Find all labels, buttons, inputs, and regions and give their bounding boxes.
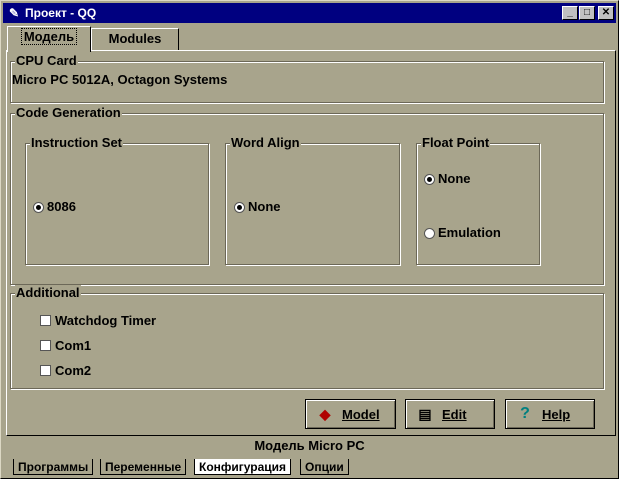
checkbox-com2-label[interactable]: Com2 xyxy=(55,363,91,379)
radio-word-align-none[interactable] xyxy=(234,202,245,213)
close-icon[interactable]: ✕ xyxy=(598,6,614,20)
status-text: Модель Micro PC xyxy=(254,438,365,453)
radio-float-emulation-label[interactable]: Emulation xyxy=(438,225,501,241)
checkbox-watchdog-timer-label[interactable]: Watchdog Timer xyxy=(55,313,156,329)
bottom-tab-variables[interactable]: Переменные xyxy=(100,459,187,475)
float-point-group: Float Point None Emulation xyxy=(416,135,540,265)
checkbox-watchdog-timer[interactable] xyxy=(40,315,51,326)
maximize-icon[interactable]: □ xyxy=(579,6,595,20)
additional-title: Additional xyxy=(15,285,81,301)
radio-word-align-none-label[interactable]: None xyxy=(248,199,281,215)
question-mark-icon: ? xyxy=(520,405,530,422)
model-button-label: Model xyxy=(342,407,380,422)
tab-modules-label: Modules xyxy=(108,31,162,46)
tab-model-label: Модель xyxy=(20,28,78,45)
radio-float-emulation[interactable] xyxy=(424,228,435,239)
checkbox-com1-label[interactable]: Com1 xyxy=(55,338,91,354)
code-generation-title: Code Generation xyxy=(15,105,122,121)
tab-modules[interactable]: Modules xyxy=(91,28,179,50)
title-bar[interactable]: ✎ Проект - QQ _ □ ✕ xyxy=(3,3,616,23)
edit-button-label: Edit xyxy=(442,407,467,422)
bottom-tab-configuration[interactable]: Конфигурация xyxy=(194,459,292,475)
word-align-group: Word Align None xyxy=(225,135,400,265)
bottom-tab-programs[interactable]: Программы xyxy=(13,459,94,475)
model-button[interactable]: ◆ Model xyxy=(305,399,396,429)
instruction-set-group: Instruction Set 8086 xyxy=(25,135,209,265)
main-window: ✎ Проект - QQ _ □ ✕ Модель Modules CPU C… xyxy=(0,0,619,479)
code-generation-group: Code Generation Instruction Set 8086 Wor… xyxy=(10,105,604,285)
cpu-card-value: Micro PC 5012A, Octagon Systems xyxy=(12,72,228,87)
eraser-icon: ◆ xyxy=(319,406,331,422)
additional-group: Additional Watchdog Timer Com1 Com2 xyxy=(10,285,604,389)
help-button-label: Help xyxy=(542,407,571,422)
float-point-title: Float Point xyxy=(421,135,491,151)
bottom-tab-options[interactable]: Опции xyxy=(300,459,349,475)
radio-8086-label[interactable]: 8086 xyxy=(47,199,76,215)
help-button[interactable]: ? Help xyxy=(505,399,595,429)
window-title: Проект - QQ xyxy=(25,6,97,20)
radio-float-none-label[interactable]: None xyxy=(438,171,471,187)
cpu-card-group: CPU Card Micro PC 5012A, Octagon Systems xyxy=(10,53,604,103)
instruction-set-title: Instruction Set xyxy=(30,135,124,151)
word-align-title: Word Align xyxy=(230,135,301,151)
cpu-card-title: CPU Card xyxy=(15,53,78,69)
minimize-icon[interactable]: _ xyxy=(562,6,578,20)
radio-8086[interactable] xyxy=(33,202,44,213)
checkbox-com1[interactable] xyxy=(40,340,51,351)
radio-float-none[interactable] xyxy=(424,174,435,185)
edit-button[interactable]: ▤ Edit xyxy=(405,399,495,429)
tab-page-model: CPU Card Micro PC 5012A, Octagon Systems… xyxy=(6,50,616,436)
app-icon[interactable]: ✎ xyxy=(6,5,22,21)
checkbox-com2[interactable] xyxy=(40,365,51,376)
tab-model[interactable]: Модель xyxy=(7,26,91,52)
document-edit-icon: ▤ xyxy=(418,406,432,422)
